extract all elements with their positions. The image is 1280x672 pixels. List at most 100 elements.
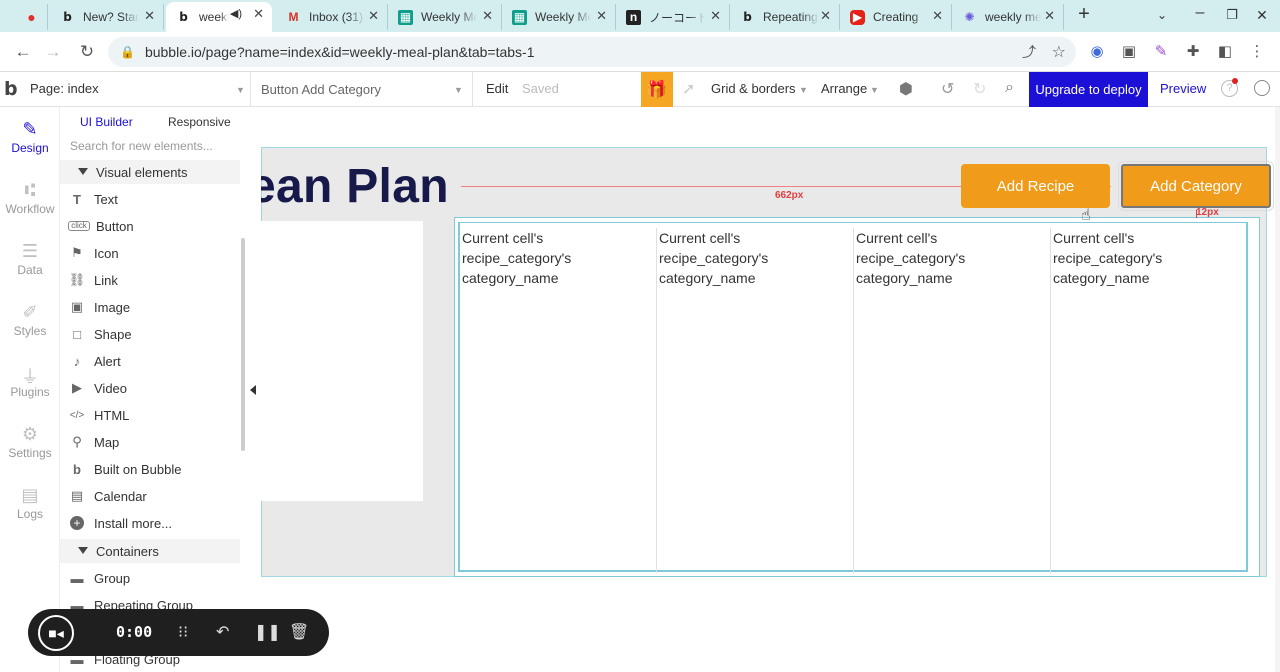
cell-text[interactable]: Current cell's recipe_category's category_…	[1053, 228, 1246, 288]
section-visual-elements[interactable]: Visual elements	[60, 160, 240, 184]
extension-g-icon[interactable]: ◉	[1086, 41, 1108, 63]
palette-item-video[interactable]: ▶ Video	[68, 377, 127, 399]
extension-pen-icon[interactable]: ✎	[1150, 41, 1172, 63]
tab-search-icon[interactable]: ⌄	[1152, 8, 1172, 22]
palette-item-install-more[interactable]: + Install more...	[68, 512, 172, 534]
tab-inbox[interactable]: M Inbox (31) ✕	[276, 4, 388, 30]
tab-creating[interactable]: ▶ Creating ✕	[840, 4, 952, 30]
close-tab-icon[interactable]: ✕	[710, 8, 721, 24]
upgrade-button[interactable]: Upgrade to deploy	[1029, 72, 1148, 107]
rail-settings[interactable]: ⚙ Settings	[0, 424, 60, 460]
extension-box-icon[interactable]: ▣	[1118, 41, 1140, 63]
user-icon[interactable]	[1254, 80, 1270, 96]
palette-item-image[interactable]: ▣ Image	[68, 296, 130, 318]
cell-text[interactable]: Current cell's recipe_category's category_…	[856, 228, 1048, 288]
editor-canvas[interactable]: ean Plan 662px Current cell's recipe_cate…	[261, 107, 1280, 672]
share-icon[interactable]: ⤴	[1022, 42, 1036, 62]
preview-link[interactable]: Preview	[1160, 81, 1206, 96]
panel-scrollbar[interactable]	[241, 238, 245, 451]
grid-icon[interactable]: ⁝⁝	[178, 622, 188, 642]
repeating-group-cell[interactable]: Current cell's recipe_category's category_…	[657, 228, 854, 573]
close-window-icon[interactable]: ✕	[1252, 7, 1272, 24]
speaker-icon[interactable]: ◀)	[230, 7, 242, 20]
tab-weekly-sheet-1[interactable]: ▦ Weekly Meal ✕	[388, 4, 502, 30]
palette-item-group[interactable]: ▬ Group	[68, 567, 131, 589]
palette-item-shape[interactable]: □ Shape	[68, 323, 132, 345]
cube-icon[interactable]: ⬢	[899, 79, 913, 99]
tab-weekly-meal[interactable]: ✺ weekly meal ✕	[952, 4, 1064, 30]
rail-logs[interactable]: ▤ Logs	[0, 485, 60, 521]
restore-icon[interactable]: ❐	[1222, 7, 1242, 23]
left-group[interactable]	[261, 221, 423, 501]
more-menu-icon[interactable]: ⋮	[1246, 41, 1268, 63]
rail-data[interactable]: ☰ Data	[0, 241, 60, 277]
close-tab-icon[interactable]: ✕	[820, 8, 831, 24]
cell-text[interactable]: Current cell's recipe_category's category_…	[462, 228, 654, 288]
arrange-menu[interactable]: Arrange	[821, 81, 867, 96]
close-tab-icon[interactable]: ✕	[482, 8, 493, 24]
new-tab-icon[interactable]: +	[1074, 3, 1094, 26]
rail-plugins[interactable]: ⏚ Plugins	[0, 363, 60, 399]
repeating-group-cell[interactable]: Current cell's recipe_category's category_…	[854, 228, 1051, 573]
palette-item-html[interactable]: </> HTML	[68, 404, 130, 426]
tab-notion[interactable]: n ノーコード ✕	[616, 4, 730, 30]
canvas-scrollbar[interactable]	[1275, 107, 1280, 672]
bookmark-star-icon[interactable]: ☆	[1052, 42, 1066, 62]
section-containers[interactable]: Containers	[60, 539, 240, 563]
tab-weekly-sheet-2[interactable]: ▦ Weekly Meal ✕	[502, 4, 616, 30]
bubble-logo-icon[interactable]: b	[4, 78, 18, 100]
extensions-puzzle-icon[interactable]: ✚	[1182, 41, 1204, 63]
tab-responsive[interactable]: Responsive	[168, 115, 231, 129]
collapse-panel-icon[interactable]	[250, 385, 256, 395]
tab-repeating[interactable]: b Repeating ✕	[730, 4, 840, 30]
palette-item-map[interactable]: ⚲ Map	[68, 431, 119, 453]
reload-icon[interactable]: ↻	[76, 41, 98, 63]
pointer-icon[interactable]: ➚	[682, 79, 695, 99]
close-tab-icon[interactable]: ✕	[253, 6, 264, 22]
tab-weekly-meal-plan[interactable]: b weekly-meal-plan ◀) ✕	[166, 2, 272, 32]
repeating-group-cell[interactable]: Current cell's recipe_category's category_…	[1051, 228, 1248, 573]
repeating-group[interactable]: Current cell's recipe_category's category_…	[454, 217, 1260, 577]
edit-menu[interactable]: Edit	[486, 81, 508, 96]
gift-icon[interactable]: 🎁	[641, 72, 673, 107]
close-tab-icon[interactable]: ✕	[596, 8, 607, 24]
page-title-text[interactable]: ean Plan	[261, 159, 449, 214]
trash-icon[interactable]: 🗑	[289, 622, 309, 642]
rail-styles[interactable]: ✐ Styles	[0, 302, 60, 338]
palette-item-alert[interactable]: ♪ Alert	[68, 350, 121, 372]
tab-ui-builder[interactable]: UI Builder	[80, 115, 133, 129]
rail-workflow[interactable]: ⑆ Workflow	[0, 180, 60, 216]
search-icon[interactable]: ⌕	[1005, 79, 1014, 97]
cell-text[interactable]: Current cell's recipe_category's category_…	[659, 228, 851, 288]
palette-item-link[interactable]: ⛓ Link	[68, 269, 118, 291]
undo-icon[interactable]: ↶	[216, 622, 229, 642]
element-selector[interactable]: Button Add Category	[261, 82, 381, 97]
palette-item-text[interactable]: T Text	[68, 188, 118, 210]
palette-item-icon[interactable]: ⚑ Icon	[68, 242, 118, 264]
close-tab-icon[interactable]: ✕	[932, 8, 943, 24]
forward-icon[interactable]: →	[42, 41, 64, 63]
repeating-group-cell[interactable]: Current cell's recipe_category's category_…	[460, 228, 657, 573]
add-recipe-button[interactable]: Add Recipe	[961, 164, 1110, 208]
redo-icon[interactable]: ↻	[973, 79, 986, 99]
rail-design[interactable]: ✎ Design	[0, 119, 60, 155]
address-bar[interactable]: 🔒 bubble.io/page?name=index&id=weekly-me…	[108, 37, 1076, 67]
tab-recording[interactable]: ●	[14, 4, 48, 30]
palette-item-built-on-bubble[interactable]: b Built on Bubble	[68, 458, 181, 480]
back-icon[interactable]: ←	[12, 41, 34, 63]
grid-borders-menu[interactable]: Grid & borders	[711, 81, 796, 96]
palette-item-calendar[interactable]: ▤ Calendar	[68, 485, 147, 507]
close-tab-icon[interactable]: ✕	[144, 8, 155, 24]
pause-icon[interactable]: ❚❚	[254, 622, 281, 642]
element-search-input[interactable]: Search for new elements...	[70, 139, 213, 153]
side-panel-icon[interactable]: ◧	[1214, 41, 1236, 63]
close-tab-icon[interactable]: ✕	[1044, 8, 1055, 24]
camera-icon[interactable]: ■◂	[38, 615, 74, 651]
palette-item-button[interactable]: click Button	[68, 215, 134, 237]
add-category-button[interactable]: Add Category	[1118, 161, 1274, 211]
minimize-icon[interactable]: –	[1190, 4, 1210, 22]
page-selector[interactable]: Page: index	[30, 81, 99, 96]
close-tab-icon[interactable]: ✕	[368, 8, 379, 24]
undo-icon[interactable]: ↺	[941, 79, 954, 99]
tab-new-start[interactable]: b New? Start ✕	[50, 4, 164, 30]
